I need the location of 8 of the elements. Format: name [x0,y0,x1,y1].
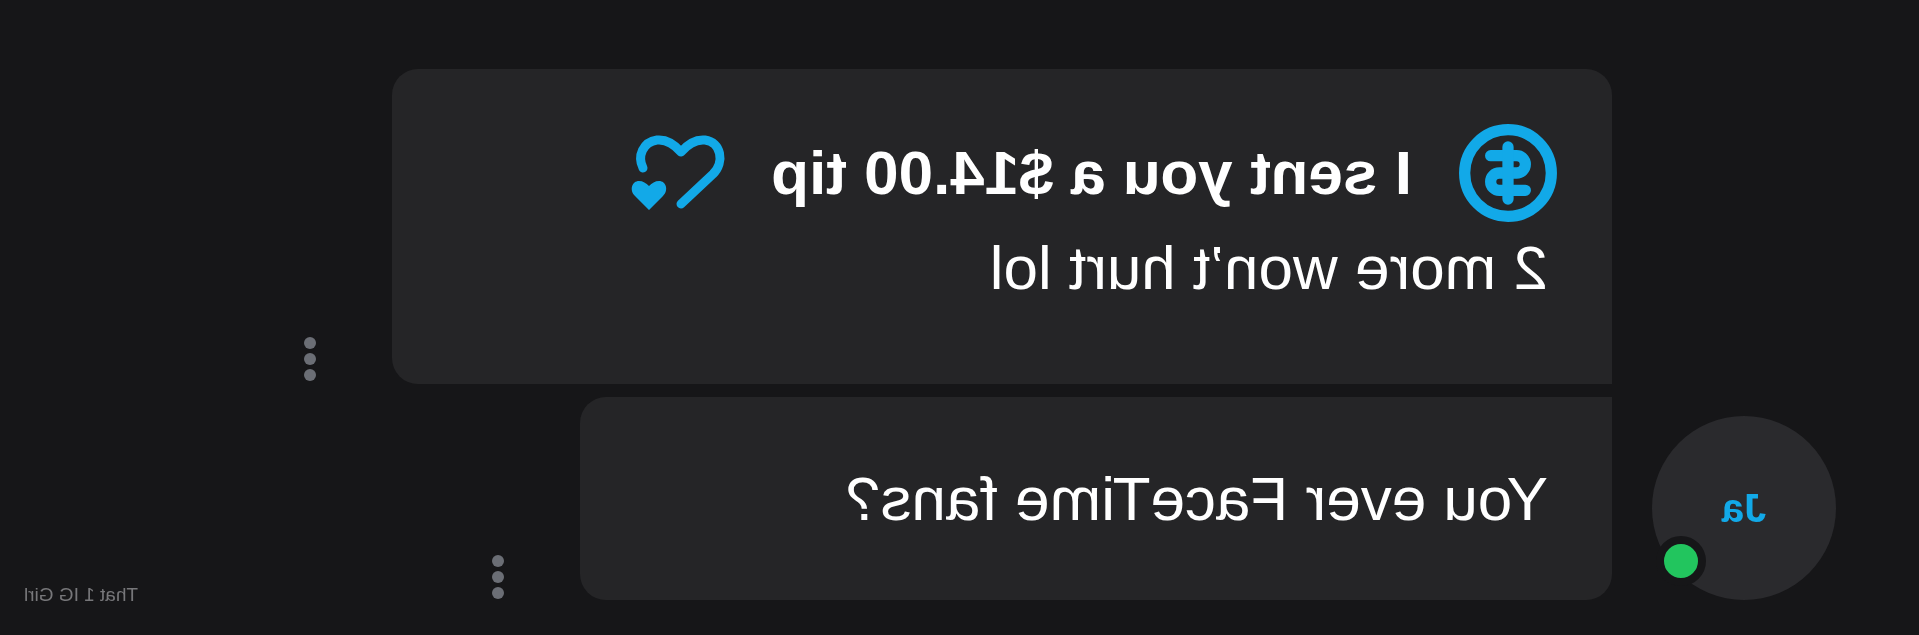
avatar[interactable]: Ja [1652,416,1836,600]
message-text: You ever FaceTime fans? [846,467,1548,530]
sender-name: That 1 IG Girl [24,582,139,607]
avatar-initials: Ja [1721,485,1767,532]
message-text: 2 more won’t hurt lol [988,237,1549,299]
more-options-icon[interactable] [303,336,317,382]
dollar-coin-icon [1456,121,1560,225]
more-options-icon[interactable] [491,554,505,600]
